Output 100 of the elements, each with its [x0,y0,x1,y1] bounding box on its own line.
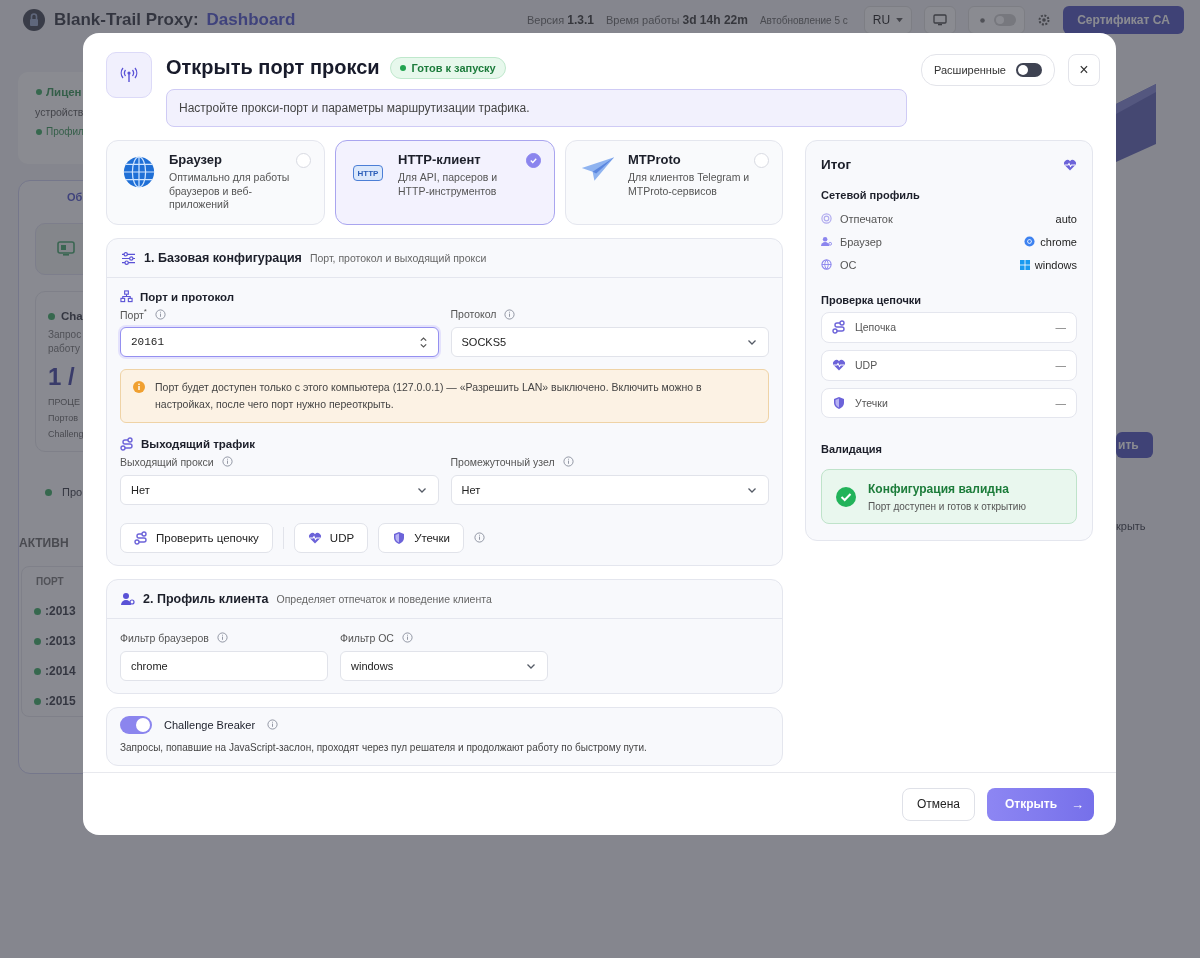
subsection-title: Валидация [821,443,882,456]
windows-logo-icon [1019,259,1030,270]
field-label: Выходящий прокси [120,455,214,468]
license-status: Лицен [46,86,82,98]
check-button[interactable]: UDP [293,522,369,553]
profile-value: auto [1055,212,1077,225]
ports-line: Портов [48,413,79,423]
advanced-toggle[interactable]: Расширенные [921,54,1055,86]
shield-icon [392,530,407,545]
section-subtitle: Порт, протокол и выходящий прокси [309,252,487,264]
stepper-icon[interactable] [418,335,428,349]
check-button[interactable]: Утечки [378,522,465,553]
browser-logo-icon [1024,236,1036,247]
route-icon [120,436,134,451]
antenna-icon [106,52,152,98]
section-title: 2. Профиль клиента [143,591,269,606]
close-button[interactable]: × [1067,54,1100,86]
route-icon [832,320,846,335]
language-select[interactable]: RU [863,6,913,34]
info-icon[interactable] [221,456,233,468]
field-label: Фильтр ОС [340,631,394,644]
protocol-select[interactable]: SOCKS5 [450,327,769,357]
check-button[interactable]: Проверить цепочку [120,522,273,553]
field-label: Промежуточный узел [450,455,555,468]
info-icon[interactable] [562,456,574,468]
app-title: Blank-Trail Proxy: [54,10,199,30]
relay-select[interactable]: Нет [450,474,769,505]
caret-icon [896,17,904,23]
port-cell: :2015 [22,686,76,716]
challenge-line: Challeng [48,429,84,439]
user-icon [821,236,832,247]
section-title: 1. Базовая конфигурация [144,251,302,265]
heart-pulse-icon [307,530,322,545]
cancel-button[interactable]: Отмена [901,787,975,821]
warning-text: Порт будет доступен только с этого компьютера (127.0.0.1) — «Разрешить LAN» выключено. Включить можно в настройках, после чего порт нужно переоткрыть. [155,380,703,412]
count-caption: ПРОЦЕ [48,397,80,407]
http-badge-icon: HTTP [352,165,384,181]
challenge-breaker-toggle[interactable] [120,715,152,734]
check-result-row: Цепочка — [821,312,1077,343]
radio-indicator [296,153,311,168]
dialog-title: Открыть порт прокси [166,56,380,79]
info-icon[interactable] [267,719,279,731]
sliders-icon [121,251,136,265]
theme-toggle[interactable] [968,6,1026,34]
profile-value: windows [1034,258,1077,271]
check-result-row: Утечки — [821,387,1077,419]
profile-label: Отпечаток [840,212,894,225]
port-cell: :2014 [22,656,76,686]
challenge-description: работу [48,343,80,354]
status-badge: Готов к запуску [389,56,506,79]
monitor-button[interactable] [924,6,957,34]
user-icon [121,591,135,606]
challenge-title: Cha [48,310,83,322]
port-input[interactable]: 20161 [120,327,439,357]
os-filter-select[interactable]: windows [340,650,548,681]
info-icon[interactable] [401,632,413,644]
status-line: Про [45,486,83,498]
column-header: ПОРТ [35,575,65,589]
group-title: Выходящий трафик [141,437,256,450]
info-icon[interactable] [474,532,486,544]
client-type-card[interactable]: MTProto Для клиентов Telegram и MTProto-сервисов [565,140,783,225]
browser-filter-input[interactable]: chrome [120,650,328,681]
monitor-icon [57,241,75,257]
card-description: Оптимально для работы браузеров и веб-приложений [169,171,291,212]
globe-icon [821,259,832,270]
check-result-row: UDP — [821,349,1077,381]
page-title: Dashboard [206,10,296,30]
profile-status: Профил [46,126,84,137]
radio-indicator [754,153,769,168]
settings-icon[interactable] [1037,13,1052,27]
info-icon [133,381,145,393]
monitor-icon [933,14,948,26]
info-icon[interactable] [154,308,166,320]
summary-title: Итог [821,157,851,172]
toggle-label: Challenge Breaker [164,718,256,731]
field-label: Порт$^{*}$ [120,307,147,321]
client-type-card[interactable]: HTTP HTTP-клиент Для API, парсеров и HTTP-инструментов [335,140,555,225]
client-type-card[interactable]: Браузер Оптимально для работы браузеров и веб-приложений [106,140,325,225]
challenge-description: Запрос [48,329,82,340]
section-subtitle: Определяет отпечаток и поведение клиента [276,592,492,605]
port-cell: :2013 [22,626,76,656]
group-title: Порт и протокол [140,290,235,303]
active-heading: АКТИВН [19,536,69,550]
card-title: HTTP-клиент [398,152,482,167]
challenge-breaker-description: Запросы, попавшие на JavaScript-заслон, проходят через пул решателя и продолжают работу по быстрому пути. [120,741,648,753]
info-icon[interactable] [216,632,228,644]
heart-pulse-icon [1063,157,1077,172]
info-icon[interactable] [504,308,516,320]
card-description: Для клиентов Telegram и MTProto-сервисов [628,171,751,199]
check-circle-icon [836,486,856,507]
outbound-proxy-select[interactable]: Нет [120,474,439,505]
open-button[interactable]: Открыть → [987,787,1094,821]
version-label: Версия 1.3.1 [527,13,594,27]
field-label: Протокол [450,308,497,320]
paper-plane-icon [580,155,616,183]
profile-label: Браузер [840,235,883,248]
profile-value: chrome [1040,235,1077,248]
card-title: MTProto [628,152,682,167]
shield-icon [832,395,846,410]
subsection-title: Проверка цепочки [821,294,922,306]
